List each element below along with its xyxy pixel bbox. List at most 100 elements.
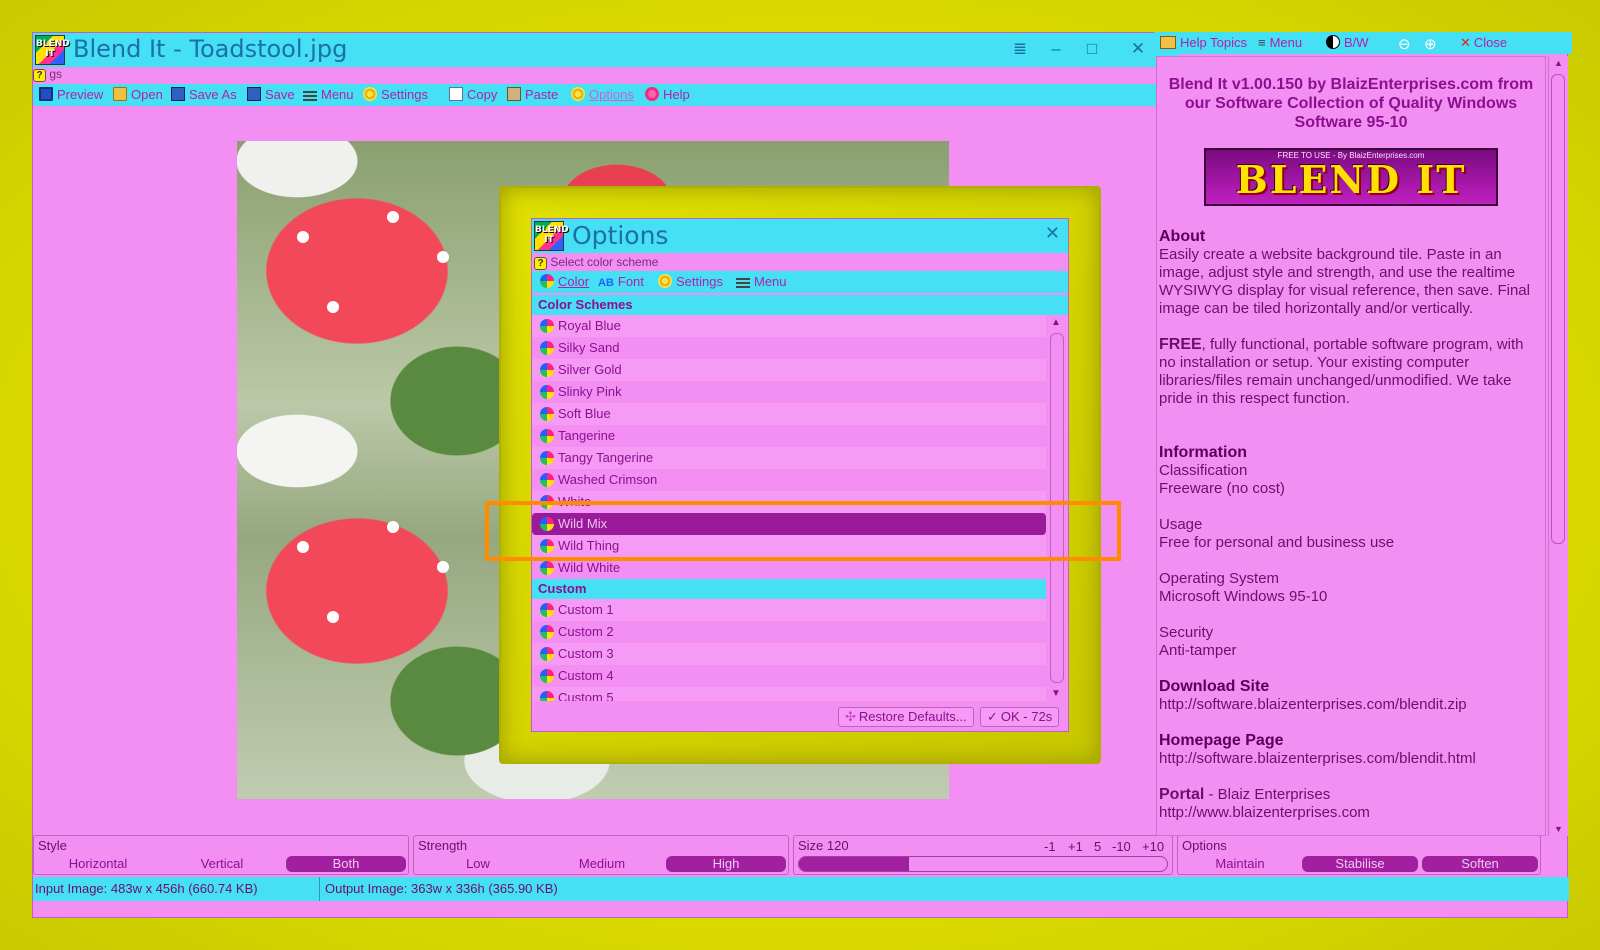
list-item[interactable]: Custom 4 bbox=[532, 665, 1046, 687]
portal-link[interactable]: http://www.blaizenterprises.com bbox=[1159, 804, 1541, 822]
size-label: Size 120 bbox=[798, 838, 849, 853]
zoom-in-icon[interactable]: ⊕ bbox=[1424, 35, 1437, 53]
style-horizontal[interactable]: Horizontal bbox=[38, 856, 158, 872]
options-button[interactable]: Options bbox=[571, 87, 634, 103]
settings-button[interactable]: Settings bbox=[363, 87, 428, 103]
size-minus-10-button[interactable]: -10 bbox=[1112, 839, 1131, 854]
app-logo-icon: BLEND IT bbox=[35, 35, 70, 65]
color-wheel-icon bbox=[540, 451, 554, 465]
dialog-title: Options bbox=[572, 221, 669, 250]
help-button[interactable]: Help bbox=[645, 87, 690, 103]
strength-high[interactable]: High bbox=[666, 856, 786, 872]
color-wheel-icon bbox=[540, 647, 554, 661]
copy-button[interactable]: Copy bbox=[449, 87, 497, 103]
size-plus-1-button[interactable]: +1 bbox=[1068, 839, 1083, 854]
size-5-button[interactable]: 5 bbox=[1094, 839, 1101, 854]
restore-defaults-button[interactable]: ✣ Restore Defaults... bbox=[838, 707, 974, 727]
close-button[interactable]: ✕ bbox=[1125, 38, 1151, 60]
free-heading: FREE bbox=[1159, 336, 1202, 353]
output-image-status: Output Image: 363w x 336h (365.90 KB) bbox=[325, 881, 558, 896]
list-item[interactable]: Silky Sand bbox=[532, 337, 1046, 359]
open-button[interactable]: Open bbox=[113, 87, 163, 103]
list-item-label: Tangy Tangerine bbox=[558, 450, 654, 465]
homepage-link[interactable]: http://software.blaizenterprises.com/ble… bbox=[1159, 750, 1541, 768]
menu-icon: ≡ bbox=[1258, 35, 1266, 50]
help-scroll-thumb[interactable] bbox=[1551, 74, 1565, 544]
ok-button[interactable]: ✓ OK - 72s bbox=[980, 707, 1060, 727]
help-hint-icon: ? bbox=[33, 69, 46, 82]
clipboard-icon bbox=[507, 87, 521, 101]
tab-color[interactable]: Color bbox=[540, 274, 589, 290]
selection-highlight-box bbox=[485, 501, 1121, 561]
help-toolbar: Help Topics ≡ Menu B/W ⊖ ⊕ ✕ Close bbox=[1154, 32, 1572, 54]
save-as-button[interactable]: Save As bbox=[171, 87, 237, 103]
scroll-down-icon[interactable]: ▼ bbox=[1051, 688, 1061, 699]
option-maintain[interactable]: Maintain bbox=[1182, 856, 1298, 872]
size-minus-1-button[interactable]: -1 bbox=[1044, 839, 1056, 854]
input-image-status: Input Image: 483w x 456h (660.74 KB) bbox=[35, 881, 258, 896]
color-wheel-icon bbox=[540, 603, 554, 617]
homepage-heading: Homepage Page bbox=[1159, 732, 1284, 749]
help-close-button[interactable]: ✕ Close bbox=[1460, 35, 1507, 51]
hint-bar: ? gs bbox=[33, 67, 1179, 83]
window-title: Blend It - Toadstool.jpg bbox=[73, 35, 348, 63]
color-wheel-icon bbox=[540, 561, 554, 575]
help-scrollbar[interactable]: ▲ ▼ bbox=[1548, 56, 1568, 836]
app-logo-icon: BLEND IT bbox=[534, 221, 569, 251]
color-wheel-icon bbox=[540, 429, 554, 443]
list-item[interactable]: Royal Blue bbox=[532, 315, 1046, 337]
help-menu-button[interactable]: ≡ Menu bbox=[1258, 35, 1302, 50]
scroll-down-icon[interactable]: ▼ bbox=[1554, 824, 1563, 834]
bw-button[interactable]: B/W bbox=[1326, 35, 1369, 50]
list-item[interactable]: Custom 5 bbox=[532, 687, 1046, 701]
tab-font[interactable]: AB Font bbox=[598, 274, 644, 290]
size-plus-10-button[interactable]: +10 bbox=[1142, 839, 1164, 854]
save-button[interactable]: Save bbox=[247, 87, 295, 103]
download-heading: Download Site bbox=[1159, 678, 1270, 695]
strength-low[interactable]: Low bbox=[418, 856, 538, 872]
list-item-label: Custom 1 bbox=[558, 602, 614, 617]
paste-button[interactable]: Paste bbox=[507, 87, 558, 103]
book-icon bbox=[1160, 36, 1176, 49]
style-both[interactable]: Both bbox=[286, 856, 406, 872]
list-item[interactable]: Soft Blue bbox=[532, 403, 1046, 425]
list-item[interactable]: Slinky Pink bbox=[532, 381, 1046, 403]
list-item[interactable]: Custom 2 bbox=[532, 621, 1046, 643]
list-item[interactable]: Custom 1 bbox=[532, 599, 1046, 621]
minimize-button[interactable]: – bbox=[1043, 38, 1069, 60]
strength-medium[interactable]: Medium bbox=[542, 856, 662, 872]
preview-button[interactable]: Preview bbox=[39, 87, 103, 103]
list-item[interactable]: Silver Gold bbox=[532, 359, 1046, 381]
help-topics-button[interactable]: Help Topics bbox=[1160, 35, 1247, 50]
menu-button[interactable]: Menu bbox=[303, 87, 354, 103]
security-label: Security bbox=[1159, 624, 1214, 641]
list-item[interactable]: Tangerine bbox=[532, 425, 1046, 447]
option-stabilise[interactable]: Stabilise bbox=[1302, 856, 1418, 872]
scroll-up-icon[interactable]: ▲ bbox=[1554, 58, 1563, 68]
download-link[interactable]: http://software.blaizenterprises.com/ble… bbox=[1159, 696, 1541, 714]
size-slider[interactable] bbox=[798, 856, 1168, 872]
menu-icon[interactable]: ≣ bbox=[1007, 38, 1033, 60]
gear-icon bbox=[571, 87, 585, 101]
options-dialog: BLEND IT Options ✕ ? Select color scheme… bbox=[531, 218, 1069, 732]
option-soften[interactable]: Soften bbox=[1422, 856, 1538, 872]
options-label: Options bbox=[1182, 838, 1227, 853]
usage-value: Free for personal and business use bbox=[1159, 534, 1395, 551]
gear-icon bbox=[658, 274, 672, 288]
color-wheel-icon bbox=[540, 691, 554, 701]
tab-settings[interactable]: Settings bbox=[658, 274, 723, 290]
zoom-out-icon[interactable]: ⊖ bbox=[1398, 35, 1411, 53]
list-item[interactable]: Washed Crimson bbox=[532, 469, 1046, 491]
list-item-label: Slinky Pink bbox=[558, 384, 622, 399]
dialog-close-button[interactable]: ✕ bbox=[1045, 223, 1060, 244]
style-vertical[interactable]: Vertical bbox=[162, 856, 282, 872]
classification-label: Classification bbox=[1159, 462, 1248, 479]
main-toolbar: Preview Open Save As Save Menu Settings … bbox=[33, 84, 1179, 106]
color-scheme-list: Color Schemes Royal Blue Silky Sand Silver… bbox=[532, 295, 1068, 701]
list-item[interactable]: Tangy Tangerine bbox=[532, 447, 1046, 469]
maximize-button[interactable]: □ bbox=[1079, 38, 1105, 60]
menu-icon bbox=[303, 91, 317, 101]
list-item[interactable]: Custom 3 bbox=[532, 643, 1046, 665]
scroll-up-icon[interactable]: ▲ bbox=[1051, 317, 1061, 328]
tab-menu[interactable]: Menu bbox=[736, 274, 787, 290]
